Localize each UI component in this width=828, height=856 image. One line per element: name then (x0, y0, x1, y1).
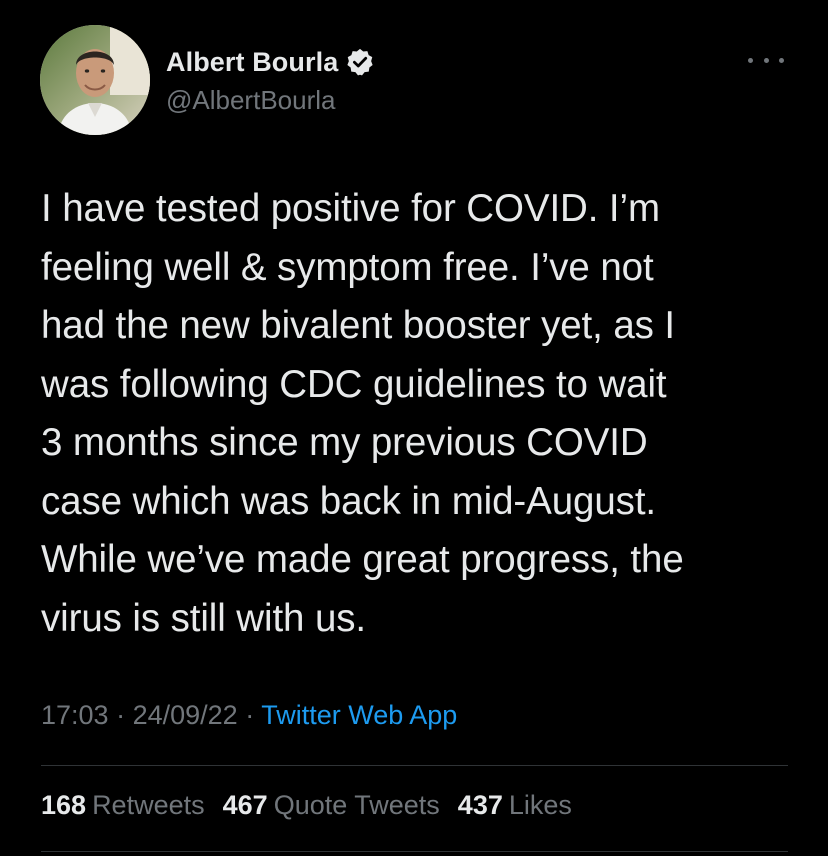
more-dot (779, 57, 784, 63)
tweet-time[interactable]: 17:03 (41, 700, 109, 730)
divider (41, 765, 788, 766)
quote-tweets-label: Quote Tweets (273, 790, 440, 820)
more-dot (763, 57, 769, 63)
name-row: Albert Bourla (166, 47, 375, 77)
more-options-icon[interactable] (748, 53, 784, 67)
retweets-stat[interactable]: 168 Retweets (41, 790, 205, 821)
quote-tweets-stat[interactable]: 467 Quote Tweets (223, 790, 440, 821)
display-name[interactable]: Albert Bourla (166, 47, 338, 78)
tweet-date[interactable]: 24/09/22 (133, 700, 238, 730)
retweets-count: 168 (41, 790, 87, 820)
divider (41, 851, 788, 852)
likes-stat[interactable]: 437 Likes (458, 790, 572, 821)
likes-count: 437 (457, 790, 503, 820)
meta-separator: · (108, 700, 133, 730)
more-dot (748, 57, 753, 63)
tweet-source-link[interactable]: Twitter Web App (261, 700, 457, 730)
tweet-header: Albert Bourla @AlbertBourla (40, 25, 790, 137)
retweets-label: Retweets (92, 790, 205, 820)
tweet-text: I have tested positive for COVID. I’m fe… (41, 187, 684, 640)
quote-tweets-count: 467 (222, 790, 268, 820)
verified-badge-icon (345, 47, 375, 77)
engagement-stats: 168 Retweets 467 Quote Tweets 437 Likes (41, 790, 590, 821)
tweet-metadata: 17:03 · 24/09/22 · Twitter Web App (41, 700, 457, 731)
meta-separator: · (237, 700, 262, 730)
avatar-photo (40, 25, 150, 135)
avatar[interactable] (40, 25, 150, 135)
user-handle[interactable]: @AlbertBourla (166, 85, 335, 116)
likes-label: Likes (508, 790, 572, 820)
